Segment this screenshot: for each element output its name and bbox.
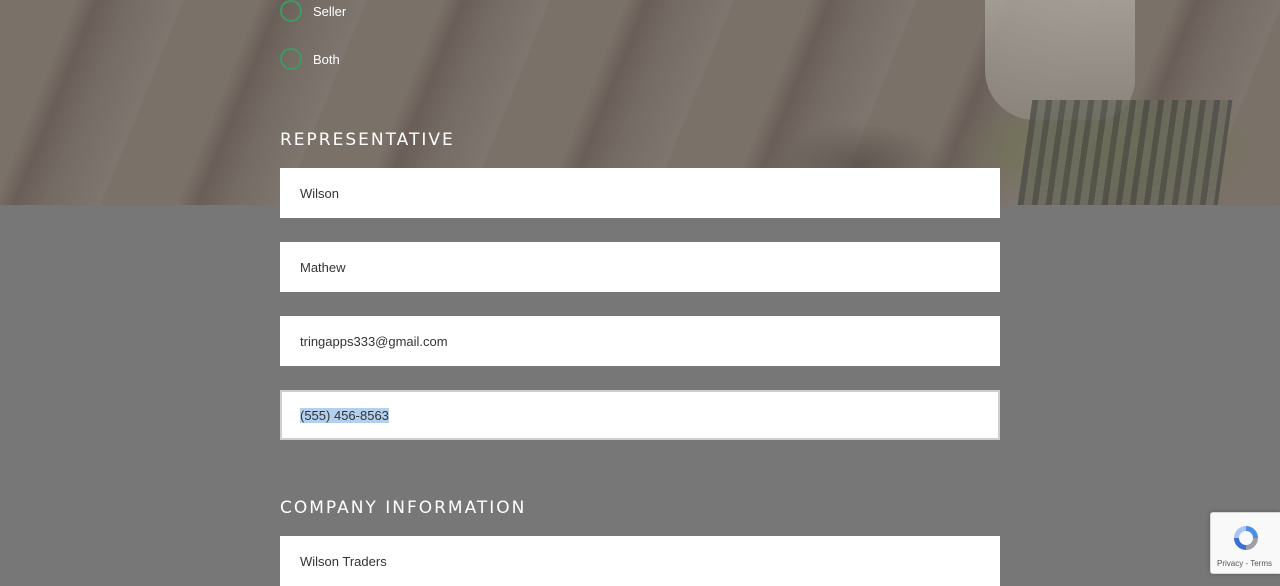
recaptcha-icon — [1234, 526, 1258, 550]
email-field[interactable]: tringapps333@gmail.com — [280, 316, 1000, 366]
last-name-field[interactable]: Wilson — [280, 168, 1000, 218]
recaptcha-links: Privacy - Terms — [1217, 559, 1272, 568]
radio-option-both[interactable]: Both — [280, 48, 340, 70]
radio-label-seller: Seller — [313, 3, 347, 19]
radio-label-both: Both — [313, 51, 340, 67]
company-name-value: Wilson Traders — [300, 553, 387, 569]
radio-both[interactable] — [280, 48, 302, 70]
phone-value: (555) 456-8563 — [300, 407, 389, 423]
recaptcha-privacy-link[interactable]: Privacy — [1217, 559, 1243, 568]
radio-seller[interactable] — [280, 0, 302, 22]
last-name-value: Wilson — [300, 185, 340, 201]
email-value: tringapps333@gmail.com — [300, 333, 448, 349]
radio-option-seller[interactable]: Seller — [280, 0, 346, 22]
first-name-field[interactable]: Mathew — [280, 242, 1000, 292]
first-name-value: Mathew — [300, 259, 346, 275]
company-name-field[interactable]: Wilson Traders — [280, 536, 1000, 586]
seedling-tray — [1017, 100, 1233, 205]
recaptcha-terms-link[interactable]: Terms — [1250, 559, 1272, 568]
company-information-heading: COMPANY INFORMATION — [280, 498, 527, 518]
representative-heading: REPRESENTATIVE — [280, 130, 455, 150]
phone-field[interactable]: (555) 456-8563 — [280, 390, 1000, 440]
recaptcha-badge[interactable]: Privacy - Terms — [1210, 512, 1280, 574]
